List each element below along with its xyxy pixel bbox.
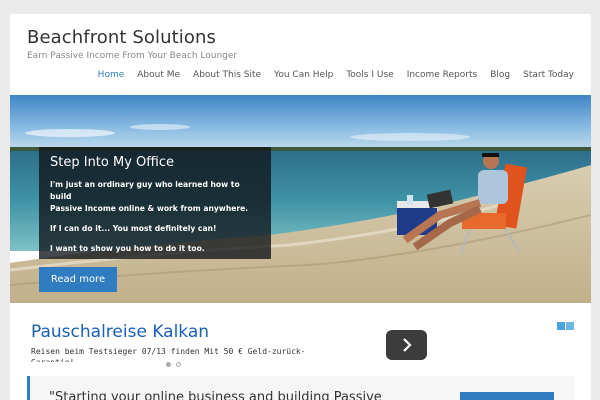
chevron-right-icon xyxy=(402,338,412,352)
hero-slider[interactable]: Step Into My Office I'm just an ordinary… xyxy=(10,95,591,303)
nav-item-income-reports[interactable]: Income Reports xyxy=(407,70,478,80)
nav-item-start-today[interactable]: Start Today xyxy=(523,70,574,80)
ad-dot-active[interactable] xyxy=(166,362,171,367)
site-tagline: Earn Passive Income From Your Beach Loun… xyxy=(27,51,238,61)
nav-item-tools-i-use[interactable]: Tools I Use xyxy=(346,70,393,80)
caption-line-1: I'm just an ordinary guy who learned how… xyxy=(50,180,240,201)
ad-pagination xyxy=(166,362,181,367)
main-nav: Home About Me About This Site You Can He… xyxy=(98,70,574,80)
nav-item-you-can-help[interactable]: You Can Help xyxy=(274,70,333,80)
ad-info-icon xyxy=(557,322,565,330)
caption-title: Step Into My Office xyxy=(50,155,174,170)
nav-item-home[interactable]: Home xyxy=(98,70,125,80)
caption-line-3: If I can do it... You most definitely ca… xyxy=(50,224,217,233)
nav-item-blog[interactable]: Blog xyxy=(490,70,510,80)
quote-box: "Starting your online business and build… xyxy=(27,376,574,400)
quote-action-button[interactable] xyxy=(460,392,554,400)
read-more-button[interactable]: Read more xyxy=(39,267,117,292)
hero-caption: Step Into My Office I'm just an ordinary… xyxy=(39,147,271,259)
nav-item-about-this-site[interactable]: About This Site xyxy=(193,70,261,80)
nav-item-about-me[interactable]: About Me xyxy=(137,70,180,80)
ad-close-icon xyxy=(566,322,574,330)
caption-line-4: I want to show you how to do it too. xyxy=(50,244,205,253)
ad-description: Reisen beim Testsieger 07/13 finden Mit … xyxy=(31,347,306,356)
quote-text: "Starting your online business and build… xyxy=(49,390,382,400)
ad-dot[interactable] xyxy=(176,362,181,367)
site-title[interactable]: Beachfront Solutions xyxy=(27,27,216,48)
caption-line-2: Passive Income online & work from anywhe… xyxy=(50,204,249,213)
ad-next-button[interactable] xyxy=(386,330,427,360)
ad-title-link[interactable]: Pauschalreise Kalkan xyxy=(31,322,209,342)
ad-choices-badge[interactable] xyxy=(557,322,574,330)
page-container: Beachfront Solutions Earn Passive Income… xyxy=(10,14,591,400)
ad-banner[interactable]: Pauschalreise Kalkan Reisen beim Testsie… xyxy=(10,320,591,380)
